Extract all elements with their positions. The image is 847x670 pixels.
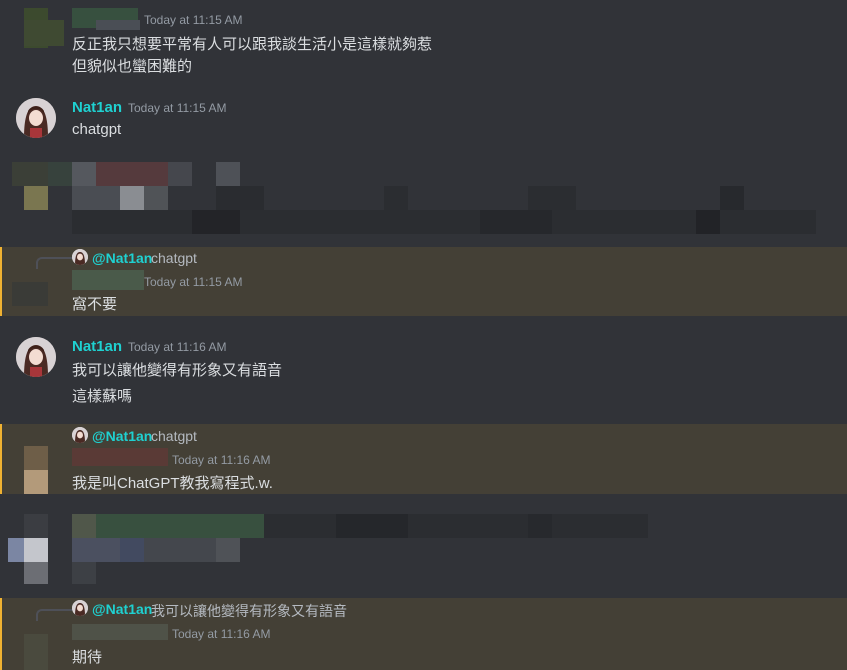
message-timestamp: Today at 11:16 AM [172, 453, 271, 467]
reply-connector [36, 609, 72, 621]
pixelated-username [96, 20, 140, 30]
pixel [120, 186, 144, 210]
pixel [12, 162, 48, 186]
message-text: 期待 [72, 649, 103, 666]
reply-preview[interactable]: chatgpt [151, 250, 197, 266]
pixelated-avatar [24, 634, 48, 670]
pixel [216, 538, 240, 562]
reply-avatar-icon [72, 427, 88, 443]
pixelated-username [72, 624, 168, 640]
pixel [528, 186, 576, 210]
reply-mention[interactable]: @Nat1an [92, 601, 152, 617]
message-timestamp: Today at 11:15 AM [128, 101, 227, 115]
pixel [24, 538, 48, 562]
pixel [384, 186, 408, 210]
message-text: 但貌似也蠻困難的 [72, 58, 193, 75]
reply-mention[interactable]: @Nat1an [92, 250, 152, 266]
pixel [168, 162, 192, 186]
pixel [120, 538, 144, 562]
message-timestamp: Today at 11:16 AM [172, 627, 271, 641]
pixel [720, 186, 744, 210]
pixel [24, 562, 48, 584]
pixel [144, 538, 216, 562]
pixel [96, 514, 264, 538]
pixel [24, 514, 48, 538]
reply-avatar-icon [72, 249, 88, 265]
author-name[interactable]: Nat1an [72, 99, 122, 116]
pixel [72, 186, 120, 210]
message-text: 這樣蘇嗎 [72, 388, 133, 405]
pixel [216, 162, 240, 186]
avatar[interactable] [16, 98, 56, 138]
pixel [264, 514, 648, 538]
pixel [192, 210, 240, 234]
reply-avatar-icon [72, 600, 88, 616]
pixel [72, 162, 96, 186]
message-text: 我是叫ChatGPT教我寫程式.w. [72, 475, 273, 492]
author-name[interactable]: Nat1an [72, 338, 122, 355]
reply-preview[interactable]: 我可以讓他變得有形象又有語音 [151, 601, 347, 621]
pixel [216, 186, 264, 210]
avatar[interactable] [16, 337, 56, 377]
anime-avatar-icon [16, 98, 56, 138]
message-text: chatgpt [72, 121, 122, 138]
pixel [696, 210, 720, 234]
pixel [48, 162, 72, 186]
pixelated-avatar [12, 282, 48, 306]
pixelated-username [72, 448, 168, 466]
pixelated-username [72, 270, 144, 290]
pixel [72, 562, 96, 584]
pixel [72, 538, 120, 562]
message-timestamp: Today at 11:16 AM [128, 340, 227, 354]
message-text: 反正我只想要平常有人可以跟我談生活小是這樣就夠惹 [72, 36, 433, 53]
pixel [528, 514, 552, 538]
pixel [336, 514, 408, 538]
pixel [72, 514, 96, 538]
pixelated-avatar [24, 470, 48, 494]
message-timestamp: Today at 11:15 AM [144, 275, 243, 289]
pixel [480, 210, 552, 234]
reply-connector [36, 257, 72, 269]
pixel [24, 186, 48, 210]
pixelated-avatar [24, 20, 64, 46]
reply-preview[interactable]: chatgpt [151, 428, 197, 444]
message-text: 窩不要 [72, 296, 118, 313]
message-text: 我可以讓他變得有形象又有語音 [72, 362, 283, 379]
pixel [144, 186, 168, 210]
pixelated-avatar [24, 446, 48, 470]
anime-avatar-icon [16, 337, 56, 377]
pixel [8, 538, 24, 562]
message-timestamp: Today at 11:15 AM [144, 13, 243, 27]
reply-mention[interactable]: @Nat1an [92, 428, 152, 444]
pixel [96, 162, 168, 186]
